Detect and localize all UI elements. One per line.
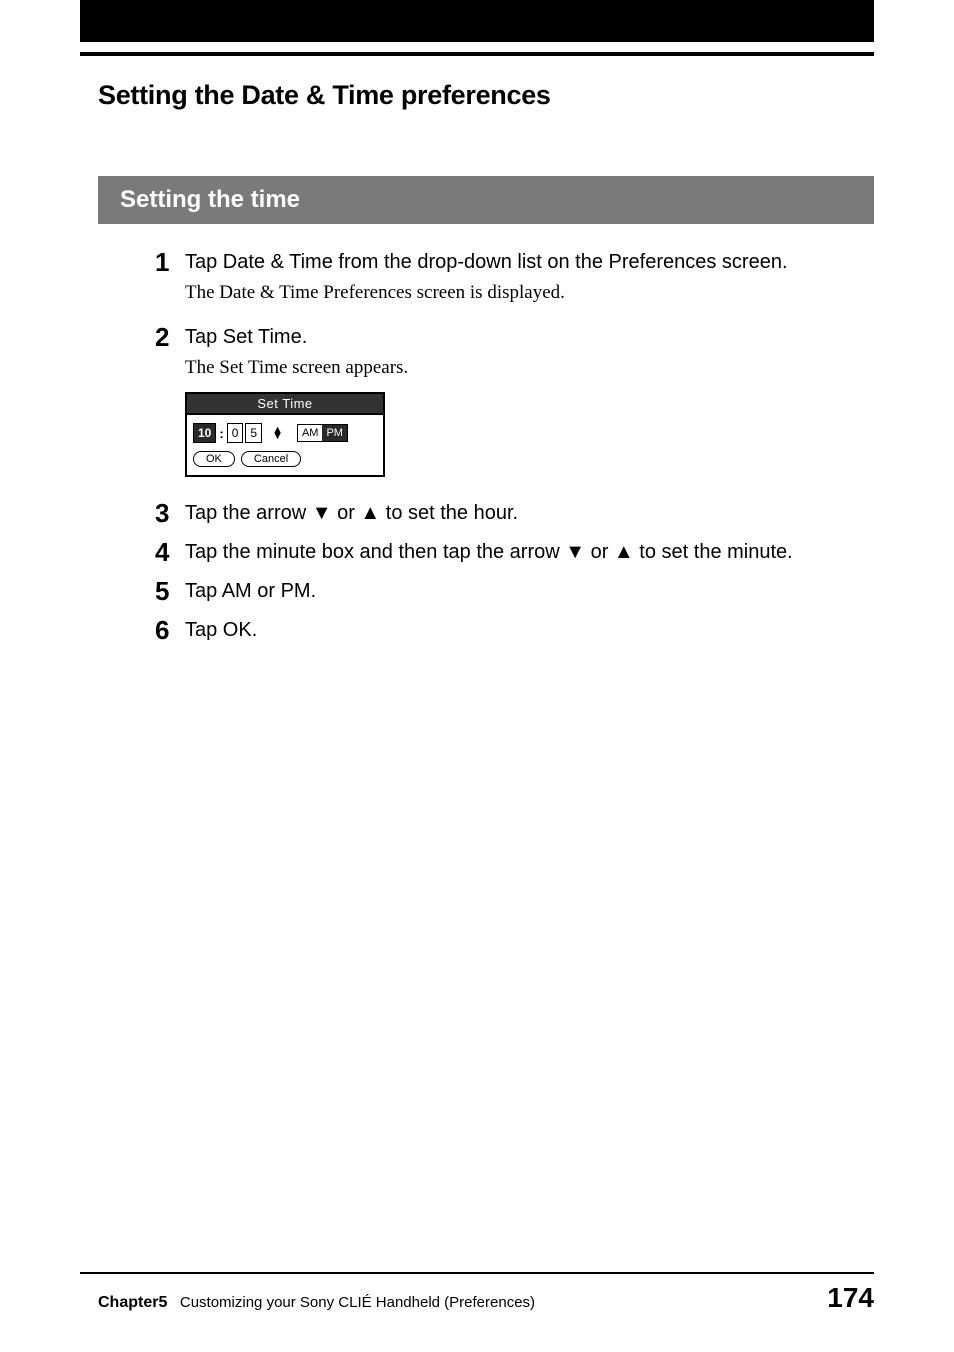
- step-4: 4 Tap the minute box and then tap the ar…: [155, 538, 864, 567]
- footer-rule: [80, 1272, 874, 1274]
- cancel-button[interactable]: Cancel: [241, 451, 301, 467]
- page: Setting the Date & Time preferences Sett…: [0, 0, 954, 1352]
- step-number: 5: [155, 577, 185, 605]
- step-5: 5 Tap AM or PM.: [155, 577, 864, 606]
- time-stepper[interactable]: ▲ ▼: [272, 427, 283, 439]
- ok-button[interactable]: OK: [193, 451, 235, 467]
- minute-tens-field[interactable]: 0: [227, 423, 244, 443]
- step-instruction: Tap the arrow ▼ or ▲ to set the hour.: [185, 499, 864, 528]
- section-heading-bar: Setting the time: [98, 176, 874, 224]
- step-number: 3: [155, 499, 185, 527]
- footer-left: Chapter5 Customizing your Sony CLIÉ Hand…: [98, 1294, 535, 1312]
- footer: Chapter5 Customizing your Sony CLIÉ Hand…: [98, 1282, 874, 1314]
- dialog-body: 10 : 0 5 ▲ ▼ AM PM: [187, 415, 383, 447]
- am-option[interactable]: AM: [298, 425, 323, 441]
- step-2: 2 Tap Set Time. The Set Time screen appe…: [155, 323, 864, 491]
- step-number: 6: [155, 616, 185, 644]
- page-title: Setting the Date & Time preferences: [98, 80, 551, 111]
- minute-ones-field[interactable]: 5: [245, 423, 262, 443]
- step-instruction: Tap OK.: [185, 616, 864, 645]
- dialog-title: Set Time: [187, 394, 383, 415]
- step-number: 2: [155, 323, 185, 351]
- step-instruction: Tap the minute box and then tap the arro…: [185, 538, 864, 567]
- step-instruction: Tap Date & Time from the drop-down list …: [185, 248, 864, 277]
- chapter-title: Customizing your Sony CLIÉ Handheld (Pre…: [180, 1294, 535, 1311]
- step-instruction: Tap AM or PM.: [185, 577, 864, 606]
- step-number: 4: [155, 538, 185, 566]
- step-result: The Set Time screen appears.: [185, 354, 864, 382]
- step-instruction: Tap Set Time.: [185, 323, 864, 352]
- step-number: 1: [155, 248, 185, 276]
- arrow-down-icon[interactable]: ▼: [272, 433, 283, 439]
- step-1: 1 Tap Date & Time from the drop-down lis…: [155, 248, 864, 317]
- step-6: 6 Tap OK.: [155, 616, 864, 645]
- header-rule: [80, 52, 874, 56]
- header-black-bar: [80, 0, 874, 42]
- hour-field[interactable]: 10: [193, 423, 216, 443]
- steps-list: 1 Tap Date & Time from the drop-down lis…: [155, 248, 864, 651]
- step-result: The Date & Time Preferences screen is di…: [185, 279, 864, 307]
- chapter-label: Chapter5: [98, 1294, 167, 1311]
- section-heading-text: Setting the time: [120, 186, 300, 214]
- ampm-toggle[interactable]: AM PM: [297, 424, 348, 442]
- step-3: 3 Tap the arrow ▼ or ▲ to set the hour.: [155, 499, 864, 528]
- set-time-dialog: Set Time 10 : 0 5 ▲ ▼ AM PM: [185, 392, 385, 477]
- pm-option[interactable]: PM: [322, 425, 347, 441]
- page-number: 174: [827, 1282, 874, 1314]
- time-separator: :: [218, 426, 224, 441]
- dialog-buttons: OK Cancel: [187, 447, 383, 475]
